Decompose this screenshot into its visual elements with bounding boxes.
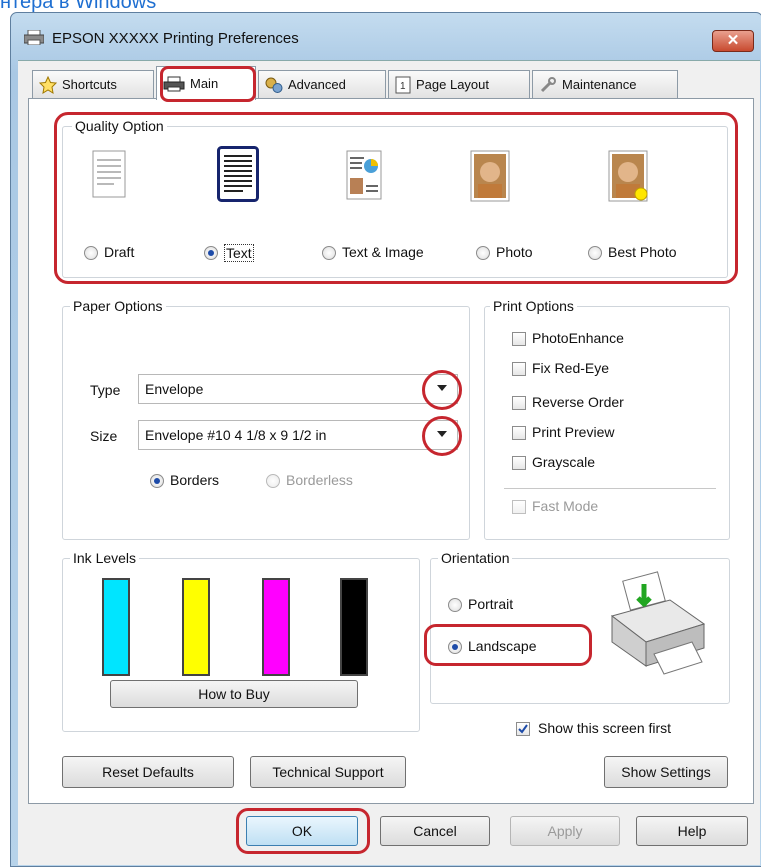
tab-label: Main [190, 76, 219, 91]
photo-label: Photo [496, 244, 533, 260]
landscape-radio[interactable] [448, 640, 462, 654]
group-legend: Orientation [438, 550, 513, 566]
portrait-radio[interactable] [448, 598, 462, 612]
printer-icon [24, 30, 44, 45]
fix-red-eye-label: Fix Red-Eye [532, 360, 610, 376]
tab-maintenance[interactable]: Maintenance [532, 70, 678, 98]
tab-label: Page Layout [416, 77, 490, 92]
borderless-label: Borderless [286, 472, 353, 488]
text-and-image-quality-icon [346, 150, 382, 200]
text-quality-icon [217, 146, 259, 202]
close-button[interactable]: ✕ [712, 30, 754, 52]
page-icon: 1 [395, 76, 411, 93]
group-legend: Paper Options [70, 298, 166, 314]
reverse-order-checkbox[interactable] [512, 396, 526, 410]
text-and-image-radio[interactable] [322, 246, 336, 260]
borderless-radio[interactable] [266, 474, 280, 488]
tab-main[interactable]: Main [156, 66, 256, 100]
print-preview-label: Print Preview [532, 424, 615, 440]
size-label: Size [90, 428, 118, 444]
size-select[interactable]: Envelope #10 4 1/8 x 9 1/2 in [138, 420, 458, 450]
chevron-down-icon[interactable] [436, 384, 448, 392]
borders-label: Borders [170, 472, 220, 488]
fix-red-eye-checkbox[interactable] [512, 362, 526, 376]
size-value: Envelope #10 4 1/8 x 9 1/2 in [145, 427, 327, 443]
portrait-label: Portrait [468, 596, 514, 612]
text-and-image-label: Text & Image [342, 244, 424, 260]
cyan-ink-bar [102, 578, 130, 676]
tab-label: Shortcuts [62, 77, 117, 92]
gears-icon [265, 77, 283, 93]
photoenhance-checkbox[interactable] [512, 332, 526, 346]
type-label: Type [90, 382, 121, 398]
text-radio[interactable] [204, 246, 218, 260]
draft-label: Draft [104, 244, 135, 260]
wrench-icon [540, 76, 556, 92]
tab-label: Advanced [288, 77, 346, 92]
printer-landscape-icon [610, 571, 706, 675]
best-photo-quality-icon [608, 150, 648, 202]
chevron-down-icon[interactable] [436, 430, 448, 438]
text-label: Text [224, 244, 254, 262]
type-value: Envelope [145, 381, 204, 397]
tab-shortcuts[interactable]: Shortcuts [32, 70, 154, 98]
print-preview-checkbox[interactable] [512, 426, 526, 440]
group-legend: Quality Option [72, 118, 167, 134]
fast-mode-label: Fast Mode [532, 498, 599, 514]
yellow-ink-bar [182, 578, 210, 676]
tab-label: Maintenance [562, 77, 637, 92]
cancel-button[interactable]: Cancel [380, 816, 490, 846]
checkmark-icon [518, 724, 528, 734]
photo-quality-icon [470, 150, 510, 202]
photo-radio[interactable] [476, 246, 490, 260]
divider [504, 488, 716, 489]
ok-button[interactable]: OK [246, 816, 358, 846]
help-button[interactable]: Help [636, 816, 748, 846]
technical-support-button[interactable]: Technical Support [250, 756, 406, 788]
show-screen-first-checkbox[interactable] [516, 722, 530, 736]
fast-mode-checkbox[interactable] [512, 500, 526, 514]
best-photo-label: Best Photo [608, 244, 677, 260]
window-title: EPSON XXXXX Printing Preferences [52, 30, 299, 47]
type-select[interactable]: Envelope [138, 374, 458, 404]
draft-quality-icon [92, 150, 126, 198]
reset-defaults-button[interactable]: Reset Defaults [62, 756, 234, 788]
close-icon: ✕ [726, 32, 740, 49]
borders-radio[interactable] [150, 474, 164, 488]
photoenhance-label: PhotoEnhance [532, 330, 624, 346]
grayscale-checkbox[interactable] [512, 456, 526, 470]
draft-radio[interactable] [84, 246, 98, 260]
svg-text:1: 1 [400, 81, 406, 92]
best-photo-radio[interactable] [588, 246, 602, 260]
tab-page-layout[interactable]: 1 Page Layout [388, 70, 530, 98]
grayscale-label: Grayscale [532, 454, 596, 470]
star-icon [39, 75, 57, 94]
landscape-label: Landscape [468, 638, 537, 654]
reverse-order-label: Reverse Order [532, 394, 624, 410]
black-ink-bar [340, 578, 368, 676]
show-screen-first-label: Show this screen first [538, 720, 672, 736]
printer-icon [163, 76, 185, 91]
apply-button[interactable]: Apply [510, 816, 620, 846]
magenta-ink-bar [262, 578, 290, 676]
group-legend: Print Options [490, 298, 577, 314]
tab-advanced[interactable]: Advanced [258, 70, 386, 98]
show-settings-button[interactable]: Show Settings [604, 756, 728, 788]
how-to-buy-button[interactable]: How to Buy [110, 680, 358, 708]
group-legend: Ink Levels [70, 550, 140, 566]
